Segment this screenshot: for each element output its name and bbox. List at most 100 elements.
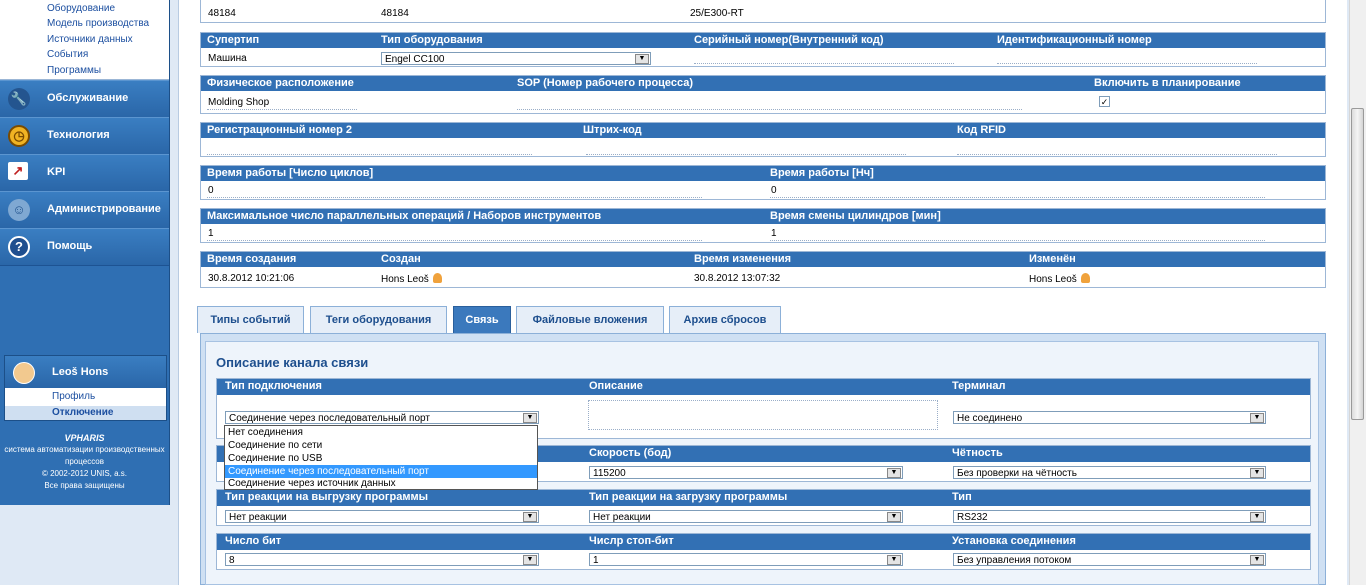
section-header: Физическое расположение SOP (Номер рабоч… <box>201 76 1325 91</box>
tab-event-types[interactable]: Типы событий <box>197 306 304 333</box>
stop-bits-select[interactable]: 1 ▼ <box>589 553 903 566</box>
header-creator: Создан <box>381 253 421 265</box>
profile-link[interactable]: Профиль <box>52 391 95 402</box>
equipment-type-select[interactable]: Engel CC100 ▼ <box>381 52 651 65</box>
header-modified: Время изменения <box>694 253 792 265</box>
load-reaction-select[interactable]: Нет реакции ▼ <box>589 510 903 523</box>
logout-link[interactable]: Отключение <box>52 407 113 418</box>
load-reaction-value: Нет реакции <box>593 512 651 523</box>
reg-number-field[interactable] <box>207 154 532 155</box>
terminal-select[interactable]: Не соединено ▼ <box>953 411 1266 424</box>
section-work-time: Время работы [Число циклов] Время работы… <box>200 165 1326 200</box>
connection-setup-select[interactable]: Без управления потоком ▼ <box>953 553 1266 566</box>
dropdown-option[interactable]: Нет соединения <box>225 426 537 439</box>
nav-help[interactable]: ? Помощь <box>0 228 169 266</box>
header-speed: Скорость (бод) <box>589 447 672 459</box>
hours-value: 0 <box>771 185 777 196</box>
header-stop-bits: Числр стоп-бит <box>589 535 674 547</box>
user-header: Leoš Hons <box>5 356 166 388</box>
header-parity: Чётность <box>952 447 1003 459</box>
header-physical-location: Физическое расположение <box>207 77 354 89</box>
submenu: Оборудование Модель производства Источни… <box>0 0 169 80</box>
logout-row: Отключение <box>5 406 166 420</box>
connection-type-value: Соединение через последовательный порт <box>229 413 430 424</box>
connection-type-dropdown: Нет соединения Соединение по сети Соедин… <box>224 425 538 490</box>
panel-title: Описание канала связи <box>216 355 369 370</box>
creator-value: Hons Leoš <box>381 274 429 285</box>
footer-copyright: © 2002-2012 UNIS, a.s. <box>41 469 128 478</box>
submenu-item-events[interactable]: События <box>47 49 88 60</box>
speed-select[interactable]: 115200 ▼ <box>589 466 903 479</box>
connection-type-select[interactable]: Соединение через последовательный порт ▼ <box>225 411 539 424</box>
section-header: Тип подключения Описание Терминал <box>217 379 1310 395</box>
tab-communication[interactable]: Связь <box>453 306 511 333</box>
brand-logo: VPHARIS <box>64 433 105 443</box>
planning-checkbox[interactable]: ✓ <box>1099 96 1110 107</box>
modifier-value: Hons Leoš <box>1029 274 1077 285</box>
header-description: Описание <box>589 380 643 392</box>
nav-label: Обслуживание <box>47 92 129 104</box>
header-hours: Время работы [Нч] <box>770 167 874 179</box>
section-header: Тип реакции на выгрузку программы Тип ре… <box>217 490 1310 506</box>
chevron-down-icon: ▼ <box>1250 468 1264 478</box>
chevron-down-icon: ▼ <box>1250 555 1264 565</box>
section-header: Супертип Тип оборудования Серийный номер… <box>201 33 1325 48</box>
serial-field[interactable] <box>694 63 954 64</box>
sop-field[interactable] <box>517 109 1022 110</box>
user-name: Leoš Hons <box>52 366 109 378</box>
submenu-item-data-sources[interactable]: Источники данных <box>47 34 133 45</box>
parity-value: Без проверки на чётность <box>957 468 1077 479</box>
header-sop: SOP (Номер рабочего процесса) <box>517 77 694 89</box>
submenu-item-programs[interactable]: Программы <box>47 65 101 76</box>
rfid-field[interactable] <box>957 154 1277 155</box>
dropdown-option[interactable]: Соединение по сети <box>225 439 537 452</box>
physical-location-field[interactable] <box>207 109 357 110</box>
tab-reset-archive[interactable]: Архив сбросов <box>669 306 781 333</box>
chevron-down-icon: ▼ <box>523 555 537 565</box>
chevron-down-icon: ▼ <box>635 54 649 64</box>
scrollbar-thumb[interactable] <box>1351 108 1364 420</box>
nav-maintenance[interactable]: 🔧 Обслуживание <box>0 80 169 118</box>
cylinder-change-field[interactable] <box>770 240 1265 241</box>
footer-rights: Все права защищены <box>44 481 125 490</box>
tab-equipment-tags[interactable]: Теги оборудования <box>310 306 447 333</box>
bits-value: 8 <box>229 555 235 566</box>
submenu-item-equipment[interactable]: Оборудование <box>47 3 115 14</box>
chevron-down-icon: ▼ <box>887 468 901 478</box>
users-icon: ☺ <box>8 199 30 221</box>
header-planning: Включить в планирование <box>1094 77 1241 89</box>
value-1: 48184 <box>208 8 236 19</box>
chevron-down-icon: ▼ <box>887 512 901 522</box>
nav-administration[interactable]: ☺ Администрирование <box>0 191 169 229</box>
equipment-type-value: Engel CC100 <box>385 54 445 65</box>
ident-field[interactable] <box>997 63 1257 64</box>
nav-kpi[interactable]: ↗ KPI <box>0 154 169 192</box>
cycles-field[interactable] <box>207 197 702 198</box>
tab-file-attachments[interactable]: Файловые вложения <box>516 306 664 333</box>
header-ident: Идентификационный номер <box>997 34 1152 46</box>
section-ids: 48184 48184 25/E300-RT <box>200 0 1326 23</box>
hours-field[interactable] <box>770 197 1265 198</box>
submenu-item-production-model[interactable]: Модель производства <box>47 18 149 29</box>
section-header: Регистрационный номер 2 Штрих-код Код RF… <box>201 123 1325 138</box>
section-registration: Регистрационный номер 2 Штрих-код Код RF… <box>200 122 1326 157</box>
user-icon <box>432 273 442 283</box>
description-textarea[interactable] <box>588 400 938 430</box>
parity-select[interactable]: Без проверки на чётность ▼ <box>953 466 1266 479</box>
terminal-value: Не соединено <box>957 413 1023 424</box>
connection-setup-value: Без управления потоком <box>957 555 1072 566</box>
type-value: RS232 <box>957 512 988 523</box>
dropdown-option[interactable]: Соединение по USB <box>225 452 537 465</box>
unload-reaction-select[interactable]: Нет реакции ▼ <box>225 510 539 523</box>
dropdown-option[interactable]: Соединение через источник данных <box>225 477 537 490</box>
section-timestamps: Время создания Создан Время изменения Из… <box>200 251 1326 288</box>
bits-select[interactable]: 8 ▼ <box>225 553 539 566</box>
nav-technology[interactable]: ◷ Технология <box>0 117 169 155</box>
barcode-field[interactable] <box>586 154 906 155</box>
value-2: 48184 <box>381 8 409 19</box>
type-select[interactable]: RS232 ▼ <box>953 510 1266 523</box>
section-reaction: Тип реакции на выгрузку программы Тип ре… <box>216 489 1311 526</box>
max-parallel-field[interactable] <box>207 240 702 241</box>
cycles-value: 0 <box>208 185 214 196</box>
creator: Hons Leoš <box>381 273 442 285</box>
